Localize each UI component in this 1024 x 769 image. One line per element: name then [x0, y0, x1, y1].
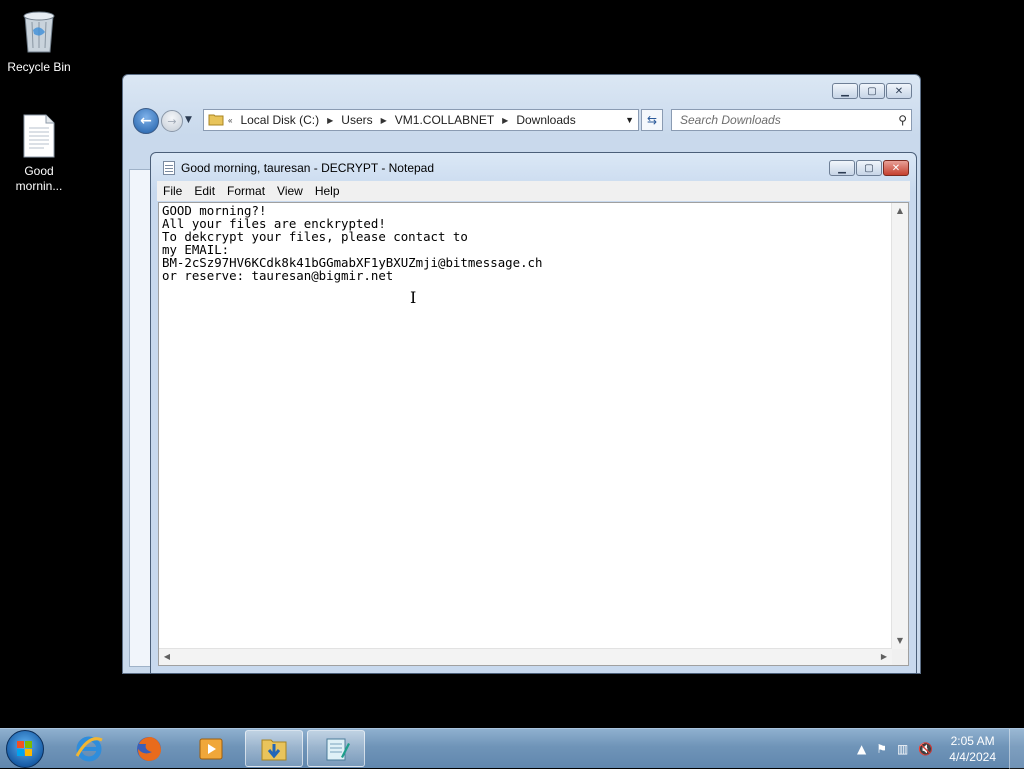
search-icon[interactable]: ⚲ — [898, 110, 907, 130]
good-morning-label-line2: mornin... — [15, 179, 63, 193]
desktop-icon-good-morning-file[interactable]: Good mornin... — [1, 114, 77, 194]
media-player-icon — [199, 738, 223, 759]
notepad-title: Good morning, tauresan - DECRYPT - Notep… — [181, 161, 435, 175]
vertical-scrollbar[interactable]: ▲ ▼ — [891, 203, 908, 649]
taskbar-media-player[interactable] — [182, 730, 240, 767]
notepad-content[interactable]: GOOD morning?! All your files are enckry… — [162, 204, 542, 282]
menu-file[interactable]: File — [157, 184, 188, 198]
breadcrumb-downloads[interactable]: Downloads — [508, 113, 583, 127]
breadcrumb-local-disk[interactable]: Local Disk (C:) — [232, 113, 327, 127]
recycle-bin-label: Recycle Bin — [7, 60, 71, 74]
scroll-down-icon[interactable]: ▼ — [892, 633, 908, 649]
notepad-maximize-button[interactable]: ▢ — [856, 160, 882, 176]
menu-format[interactable]: Format — [221, 184, 271, 198]
address-bar[interactable]: « Local Disk (C:) ▶ Users ▶ VM1.COLLABNE… — [203, 109, 639, 131]
taskbar-internet-explorer[interactable] — [60, 730, 118, 767]
menu-view[interactable]: View — [271, 184, 309, 198]
address-dropdown-icon[interactable]: ▼ — [625, 115, 634, 125]
folder-icon — [204, 112, 228, 129]
network-icon[interactable]: ▥ — [897, 742, 908, 756]
search-placeholder: Search Downloads — [680, 113, 781, 127]
text-cursor-icon: I — [410, 288, 417, 307]
scroll-up-icon[interactable]: ▲ — [892, 203, 908, 219]
explorer-minimize-button[interactable]: ▁ — [832, 83, 858, 99]
recent-pages-dropdown[interactable]: ▼ — [185, 115, 192, 125]
refresh-icon: ⇆ — [646, 113, 658, 127]
text-file-icon — [1, 114, 77, 162]
notepad-text-area[interactable]: GOOD morning?! All your files are enckry… — [158, 202, 909, 666]
internet-explorer-icon — [75, 736, 103, 761]
show-hidden-icons-icon[interactable]: ▲ — [857, 742, 866, 756]
breadcrumb-users[interactable]: Users — [333, 113, 380, 127]
taskbar-firefox[interactable] — [120, 730, 178, 767]
explorer-caption-buttons: ▁ ▢ ✕ — [832, 83, 912, 99]
recycle-bin-icon — [1, 8, 77, 58]
search-input[interactable]: Search Downloads ⚲ — [671, 109, 912, 131]
notepad-menu-bar: File Edit Format View Help — [157, 181, 910, 201]
resize-grip[interactable] — [892, 649, 908, 665]
breadcrumb-vm1-collabnet[interactable]: VM1.COLLABNET — [387, 113, 502, 127]
refresh-button[interactable]: ⇆ — [641, 109, 663, 131]
notepad-window[interactable]: Good morning, tauresan - DECRYPT - Notep… — [150, 152, 917, 674]
explorer-navigation-bar: ← → ▼ « Local Disk (C:) ▶ Users ▶ VM1.CO… — [131, 107, 912, 135]
taskbar: ▲ ⚑ ▥ 🔇 2:05 AM 4/4/2024 — [0, 728, 1024, 769]
volume-muted-icon[interactable]: 🔇 — [918, 742, 933, 756]
firefox-icon — [137, 736, 161, 761]
scroll-right-icon[interactable]: ▶ — [876, 649, 892, 665]
system-tray: ▲ ⚑ ▥ 🔇 2:05 AM 4/4/2024 — [857, 729, 996, 769]
menu-help[interactable]: Help — [309, 184, 346, 198]
taskbar-notepad[interactable] — [307, 730, 365, 767]
horizontal-scrollbar[interactable]: ◀ ▶ — [159, 648, 892, 665]
show-desktop-button[interactable] — [1009, 729, 1024, 769]
windows-explorer-icon — [261, 739, 287, 760]
notepad-icon — [326, 738, 350, 760]
clock-date: 4/4/2024 — [949, 750, 996, 764]
explorer-close-button[interactable]: ✕ — [886, 83, 912, 99]
notepad-caption-buttons: ▁ ▢ ✕ — [829, 160, 909, 176]
notepad-close-button[interactable]: ✕ — [883, 160, 909, 176]
notepad-icon — [163, 161, 175, 175]
arrow-right-icon: → — [167, 114, 177, 128]
taskbar-windows-explorer[interactable] — [245, 730, 303, 767]
clock-time: 2:05 AM — [950, 734, 995, 748]
scroll-left-icon[interactable]: ◀ — [159, 649, 175, 665]
windows-logo-icon — [17, 741, 32, 756]
forward-button[interactable]: → — [161, 110, 183, 132]
desktop-icon-recycle-bin[interactable]: Recycle Bin — [1, 8, 77, 75]
clock[interactable]: 2:05 AM 4/4/2024 — [949, 733, 996, 765]
arrow-left-icon: ← — [140, 113, 152, 129]
explorer-maximize-button[interactable]: ▢ — [859, 83, 885, 99]
start-button[interactable] — [6, 730, 44, 768]
menu-edit[interactable]: Edit — [188, 184, 221, 198]
good-morning-label-line1: Good — [24, 164, 54, 178]
notepad-minimize-button[interactable]: ▁ — [829, 160, 855, 176]
action-center-flag-icon[interactable]: ⚑ — [876, 742, 887, 756]
back-button[interactable]: ← — [133, 108, 159, 134]
